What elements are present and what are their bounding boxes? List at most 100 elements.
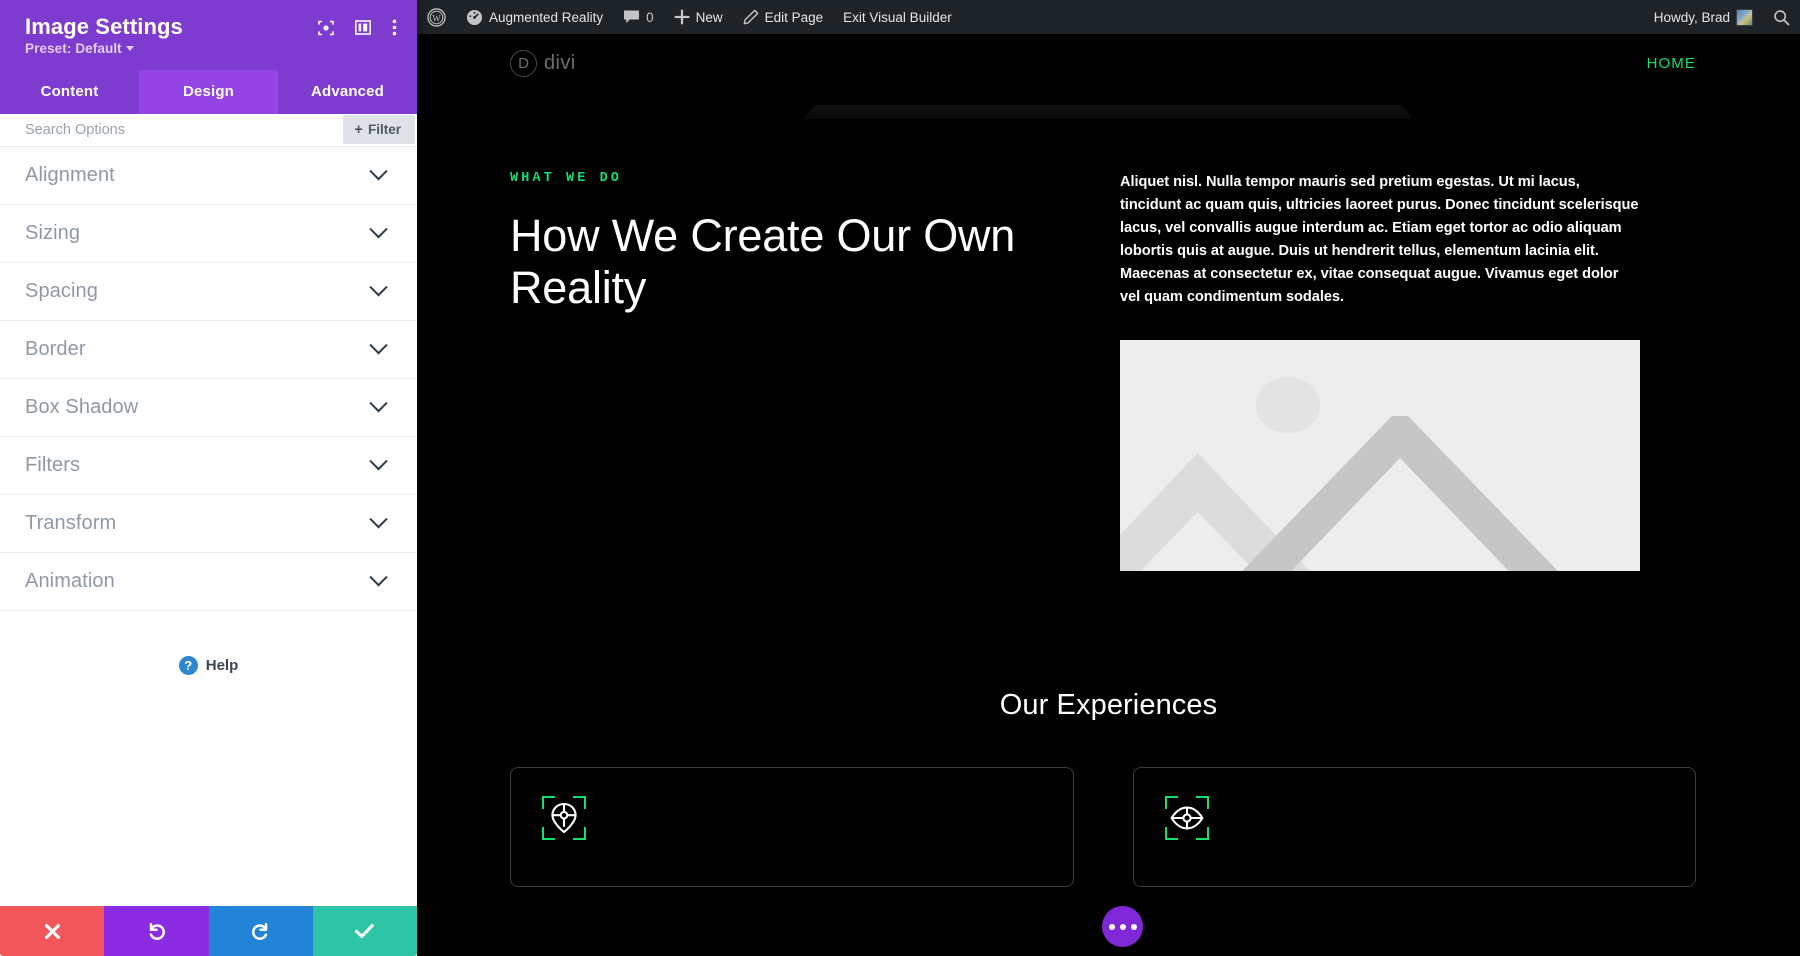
page-preview-canvas: D divi HOME WHAT WE DO How We Create Our… bbox=[417, 34, 1800, 956]
decorative-bar bbox=[804, 105, 1414, 119]
more-vertical-icon[interactable] bbox=[392, 19, 397, 36]
experience-card-1[interactable] bbox=[510, 767, 1074, 887]
exit-visual-builder-button[interactable]: Exit Visual Builder bbox=[833, 0, 962, 34]
plus-icon: + bbox=[354, 122, 363, 137]
wordpress-admin-bar: W Augmented Reality 0 New bbox=[417, 0, 1800, 34]
preset-selector[interactable]: Preset: Default bbox=[25, 40, 183, 58]
comment-bubble-icon bbox=[623, 9, 640, 25]
toggle-alignment[interactable]: Alignment bbox=[0, 147, 417, 205]
avatar bbox=[1736, 9, 1753, 26]
hero-eyebrow: WHAT WE DO bbox=[510, 171, 1050, 186]
new-content-label: New bbox=[696, 10, 723, 25]
toggle-label: Transform bbox=[25, 512, 116, 535]
toggle-sizing[interactable]: Sizing bbox=[0, 205, 417, 263]
question-mark-icon: ? bbox=[179, 656, 198, 675]
account-menu[interactable]: Howdy, Brad bbox=[1644, 0, 1763, 34]
comments-button[interactable]: 0 bbox=[613, 0, 664, 34]
page-settings-fab[interactable] bbox=[1102, 906, 1143, 947]
toggle-label: Spacing bbox=[25, 280, 98, 303]
help-button[interactable]: ? Help bbox=[179, 656, 239, 675]
dashboard-gauge-icon bbox=[466, 9, 483, 26]
redo-arrow-icon bbox=[250, 921, 271, 942]
site-logo[interactable]: D divi bbox=[510, 50, 576, 77]
chevron-down-icon bbox=[369, 220, 387, 238]
help-area: ? Help bbox=[0, 611, 417, 906]
new-content-button[interactable]: New bbox=[664, 0, 733, 34]
divi-logo-mark: D bbox=[510, 50, 537, 77]
toggle-label: Sizing bbox=[25, 222, 80, 245]
layout-columns-icon[interactable] bbox=[355, 20, 371, 35]
image-settings-panel: Image Settings Preset: Default bbox=[0, 0, 417, 956]
filter-button-label: Filter bbox=[368, 122, 401, 137]
toggle-box-shadow[interactable]: Box Shadow bbox=[0, 379, 417, 437]
toggle-label: Border bbox=[25, 338, 86, 361]
image-placeholder-graphic bbox=[1120, 340, 1640, 571]
wordpress-logo-button[interactable]: W bbox=[417, 0, 456, 34]
plus-icon bbox=[674, 9, 690, 25]
chevron-down-icon bbox=[126, 46, 134, 51]
site-name-button[interactable]: Augmented Reality bbox=[456, 0, 613, 34]
tab-content[interactable]: Content bbox=[0, 70, 139, 114]
ellipsis-dot bbox=[1131, 924, 1137, 930]
pencil-edit-icon bbox=[743, 9, 759, 25]
howdy-label: Howdy, Brad bbox=[1654, 10, 1730, 25]
image-placeholder[interactable] bbox=[1120, 340, 1640, 571]
site-header: D divi HOME bbox=[417, 34, 1800, 93]
hero-title: How We Create Our Own Reality bbox=[510, 210, 1050, 314]
filter-button[interactable]: + Filter bbox=[343, 115, 415, 144]
nav-item-home[interactable]: HOME bbox=[1647, 55, 1696, 72]
tab-advanced[interactable]: Advanced bbox=[278, 70, 417, 114]
card-icon-wrap bbox=[542, 796, 586, 840]
edit-page-label: Edit Page bbox=[765, 10, 824, 25]
preset-label: Preset: Default bbox=[25, 41, 122, 56]
site-name-label: Augmented Reality bbox=[489, 10, 603, 25]
ellipsis-dot bbox=[1120, 924, 1126, 930]
chevron-down-icon bbox=[369, 162, 387, 180]
save-button[interactable] bbox=[313, 906, 417, 956]
close-x-icon bbox=[43, 922, 62, 941]
comment-count: 0 bbox=[646, 10, 654, 25]
chevron-down-icon bbox=[369, 452, 387, 470]
toggle-border[interactable]: Border bbox=[0, 321, 417, 379]
undo-arrow-icon bbox=[146, 921, 167, 942]
settings-panel-title: Image Settings bbox=[25, 14, 183, 40]
search-row: + Filter bbox=[0, 114, 417, 147]
wordpress-logo-icon: W bbox=[427, 8, 446, 27]
hero-paragraph: Aliquet nisl. Nulla tempor mauris sed pr… bbox=[1120, 171, 1640, 309]
exit-visual-builder-label: Exit Visual Builder bbox=[843, 10, 952, 25]
location-pin-target-icon bbox=[542, 796, 586, 840]
eye-vision-target-icon bbox=[1165, 796, 1209, 840]
search-icon bbox=[1773, 9, 1790, 26]
chevron-down-icon bbox=[369, 278, 387, 296]
settings-tabs: Content Design Advanced bbox=[0, 70, 417, 114]
redo-button[interactable] bbox=[209, 906, 313, 956]
toggle-spacing[interactable]: Spacing bbox=[0, 263, 417, 321]
toggle-label: Animation bbox=[25, 570, 115, 593]
ellipsis-dot bbox=[1109, 924, 1115, 930]
toggle-transform[interactable]: Transform bbox=[0, 495, 417, 553]
hero-left-column: WHAT WE DO How We Create Our Own Reality bbox=[510, 171, 1050, 571]
chevron-down-icon bbox=[369, 394, 387, 412]
settings-panel-header: Image Settings Preset: Default bbox=[0, 0, 417, 70]
edit-page-button[interactable]: Edit Page bbox=[733, 0, 834, 34]
card-icon-wrap bbox=[1165, 796, 1209, 840]
experience-cards-row bbox=[417, 722, 1800, 887]
visual-builder-app: Image Settings Preset: Default bbox=[0, 0, 1800, 956]
toggle-filters[interactable]: Filters bbox=[0, 437, 417, 495]
divi-logo-text: divi bbox=[544, 52, 576, 75]
toggle-label: Filters bbox=[25, 454, 80, 477]
undo-button[interactable] bbox=[104, 906, 208, 956]
svg-text:W: W bbox=[432, 13, 441, 23]
toggle-label: Alignment bbox=[25, 164, 115, 187]
hero-right-column: Aliquet nisl. Nulla tempor mauris sed pr… bbox=[1120, 171, 1640, 571]
experience-card-2[interactable] bbox=[1133, 767, 1697, 887]
search-input[interactable] bbox=[0, 122, 343, 138]
design-options-list: Alignment Sizing Spacing Border Box Shad… bbox=[0, 147, 417, 611]
focus-icon[interactable] bbox=[318, 20, 334, 36]
toggle-animation[interactable]: Animation bbox=[0, 553, 417, 611]
tab-design[interactable]: Design bbox=[139, 70, 278, 114]
experiences-section-title: Our Experiences bbox=[417, 689, 1800, 722]
admin-search-button[interactable] bbox=[1763, 0, 1800, 34]
primary-nav: HOME bbox=[1647, 55, 1696, 73]
discard-button[interactable] bbox=[0, 906, 104, 956]
